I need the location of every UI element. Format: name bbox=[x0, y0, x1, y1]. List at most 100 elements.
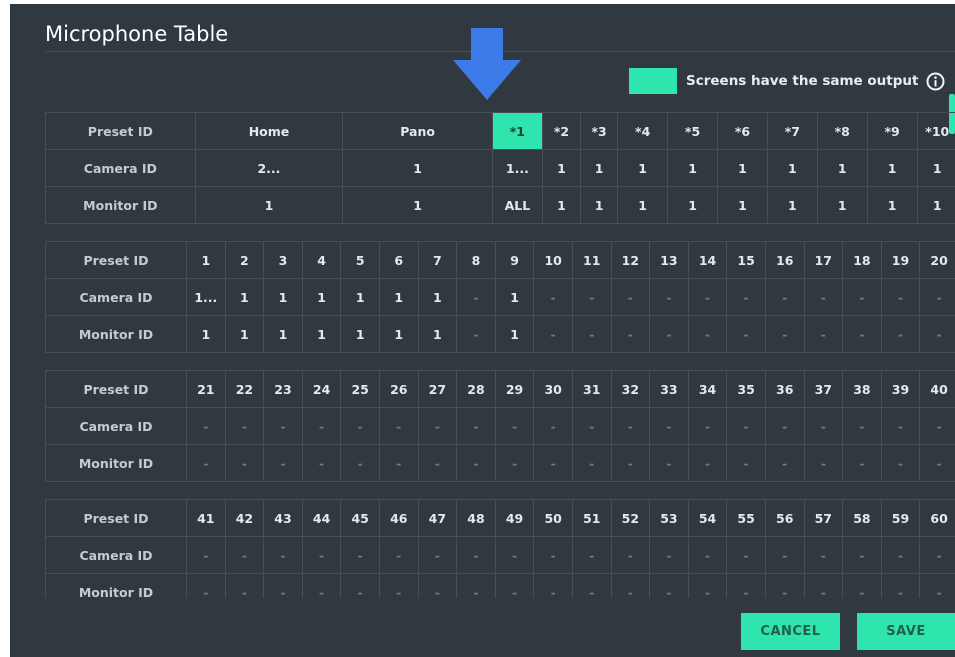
preset-cell[interactable]: 22 bbox=[224, 370, 265, 408]
preset-cell[interactable]: 50 bbox=[533, 499, 573, 537]
preset-cell[interactable]: 48 bbox=[456, 499, 496, 537]
preset-cell[interactable]: 47 bbox=[417, 499, 458, 537]
monitor-cell: 1 bbox=[224, 315, 265, 353]
camera-cell: - bbox=[456, 278, 496, 316]
preset-cell[interactable]: 35 bbox=[726, 370, 766, 408]
preset-cell[interactable]: 51 bbox=[571, 499, 612, 537]
preset-cell[interactable]: 32 bbox=[610, 370, 651, 408]
preset-cell[interactable]: 7 bbox=[417, 241, 458, 279]
camera-cell: 1... bbox=[186, 278, 226, 316]
preset-cell[interactable]: 37 bbox=[803, 370, 844, 408]
preset-cell[interactable]: 44 bbox=[301, 499, 342, 537]
preset-cell[interactable]: 13 bbox=[649, 241, 689, 279]
preset-row-label: Preset ID bbox=[45, 499, 187, 537]
cancel-button[interactable]: CANCEL bbox=[741, 613, 840, 650]
preset-cell[interactable]: *4 bbox=[617, 112, 669, 150]
preset-cell[interactable]: 33 bbox=[649, 370, 689, 408]
preset-cell[interactable]: 34 bbox=[687, 370, 728, 408]
preset-cell[interactable]: 31 bbox=[571, 370, 612, 408]
preset-cell[interactable]: 20 bbox=[919, 241, 955, 279]
preset-cell[interactable]: 59 bbox=[880, 499, 921, 537]
preset-cell[interactable]: 40 bbox=[919, 370, 955, 408]
preset-cell[interactable]: 14 bbox=[687, 241, 728, 279]
preset-cell[interactable]: 29 bbox=[494, 370, 535, 408]
preset-cell[interactable]: 10 bbox=[533, 241, 573, 279]
preset-cell[interactable]: 6 bbox=[378, 241, 419, 279]
preset-cell[interactable]: 8 bbox=[456, 241, 496, 279]
preset-cell[interactable]: 3 bbox=[263, 241, 303, 279]
preset-cell[interactable]: Pano bbox=[342, 112, 493, 150]
preset-cell[interactable]: 15 bbox=[726, 241, 766, 279]
preset-cell[interactable]: 46 bbox=[378, 499, 419, 537]
info-icon[interactable] bbox=[926, 72, 945, 91]
preset-cell[interactable]: Home bbox=[194, 112, 344, 150]
preset-cell[interactable]: 43 bbox=[263, 499, 303, 537]
preset-cell[interactable]: *3 bbox=[580, 112, 619, 150]
camera-cell: - bbox=[533, 536, 573, 574]
preset-cell[interactable]: *7 bbox=[766, 112, 818, 150]
preset-cell[interactable]: 24 bbox=[301, 370, 342, 408]
preset-cell[interactable]: *9 bbox=[866, 112, 918, 150]
preset-tables-scroll-area[interactable]: Preset ID Home Pano *1 *2 *3 *4 *5 *6 *7 *8 *9 *10 Ca… bbox=[45, 112, 955, 598]
preset-cell[interactable]: 18 bbox=[842, 241, 882, 279]
preset-row: Preset ID 1 2 3 4 5 6 7 8 9 10 11 12 13 14 15 16 17 18 19 20 bbox=[45, 241, 955, 279]
camera-cell: - bbox=[533, 407, 573, 445]
monitor-cell: - bbox=[919, 444, 955, 482]
save-button[interactable]: SAVE bbox=[857, 613, 955, 650]
preset-cell[interactable]: 5 bbox=[340, 241, 380, 279]
preset-cell[interactable]: 30 bbox=[533, 370, 573, 408]
monitor-cell: - bbox=[649, 573, 689, 598]
preset-cell[interactable]: 19 bbox=[880, 241, 921, 279]
monitor-cell: - bbox=[533, 573, 573, 598]
camera-cell: - bbox=[417, 407, 458, 445]
preset-cell[interactable]: 60 bbox=[919, 499, 955, 537]
preset-cell[interactable]: 56 bbox=[764, 499, 805, 537]
preset-cell[interactable]: 12 bbox=[610, 241, 651, 279]
preset-cell[interactable]: 41 bbox=[186, 499, 226, 537]
monitor-cell: - bbox=[417, 444, 458, 482]
preset-cell[interactable]: 17 bbox=[803, 241, 844, 279]
preset-cell[interactable]: 25 bbox=[340, 370, 380, 408]
preset-cell[interactable]: 52 bbox=[610, 499, 651, 537]
preset-cell[interactable]: 55 bbox=[726, 499, 766, 537]
monitor-cell: 1 bbox=[378, 315, 419, 353]
monitor-cell: - bbox=[186, 444, 226, 482]
preset-cell[interactable]: 39 bbox=[880, 370, 921, 408]
preset-cell[interactable]: 23 bbox=[263, 370, 303, 408]
preset-cell[interactable]: 9 bbox=[494, 241, 535, 279]
preset-cell[interactable]: 28 bbox=[456, 370, 496, 408]
camera-cell: - bbox=[649, 536, 689, 574]
preset-cell[interactable]: 45 bbox=[340, 499, 380, 537]
preset-cell[interactable]: 57 bbox=[803, 499, 844, 537]
preset-cell[interactable]: 36 bbox=[764, 370, 805, 408]
preset-cell[interactable]: 38 bbox=[842, 370, 882, 408]
monitor-cell: - bbox=[649, 444, 689, 482]
preset-cell[interactable]: *2 bbox=[541, 112, 582, 150]
preset-cell[interactable]: *6 bbox=[716, 112, 768, 150]
camera-cell: 1 bbox=[541, 149, 582, 187]
preset-cell[interactable]: *8 bbox=[816, 112, 868, 150]
camera-row-label: Camera ID bbox=[45, 278, 187, 316]
preset-cell[interactable]: *5 bbox=[667, 112, 718, 150]
preset-cell[interactable]: 4 bbox=[301, 241, 342, 279]
preset-cell[interactable]: 26 bbox=[378, 370, 419, 408]
preset-cell[interactable]: 42 bbox=[224, 499, 265, 537]
monitor-cell: 1 bbox=[342, 186, 493, 224]
preset-cell[interactable]: 11 bbox=[571, 241, 612, 279]
preset-cell[interactable]: 21 bbox=[186, 370, 226, 408]
preset-cell[interactable]: *10 bbox=[916, 112, 955, 150]
monitor-row-label: Monitor ID bbox=[45, 573, 187, 598]
preset-cell[interactable]: 2 bbox=[224, 241, 265, 279]
preset-cell[interactable]: 16 bbox=[764, 241, 805, 279]
monitor-cell: 1 bbox=[186, 315, 226, 353]
camera-row: Camera ID - - - - - - - - - - - - - - - - - - - - bbox=[45, 536, 955, 574]
down-arrow-icon bbox=[453, 28, 521, 100]
preset-cell[interactable]: 27 bbox=[417, 370, 458, 408]
preset-cell[interactable]: *1 bbox=[491, 112, 543, 150]
preset-cell[interactable]: 49 bbox=[494, 499, 535, 537]
preset-cell[interactable]: 1 bbox=[186, 241, 226, 279]
preset-cell[interactable]: 58 bbox=[842, 499, 882, 537]
camera-cell: - bbox=[301, 407, 342, 445]
preset-cell[interactable]: 54 bbox=[687, 499, 728, 537]
preset-cell[interactable]: 53 bbox=[649, 499, 689, 537]
